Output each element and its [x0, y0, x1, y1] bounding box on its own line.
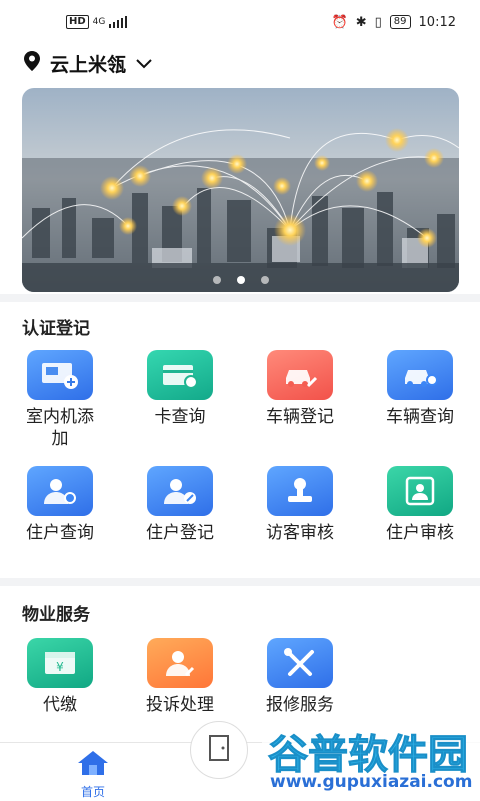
tile-complaint[interactable]: 投诉处理: [120, 638, 240, 716]
tab-center-button[interactable]: [190, 721, 248, 779]
tile-label: 住户查询: [26, 523, 94, 543]
home-icon: [75, 749, 111, 781]
chevron-down-icon: [136, 54, 152, 73]
section-divider: [0, 294, 480, 302]
svg-text:¥: ¥: [56, 660, 64, 674]
banner-carousel[interactable]: [22, 88, 459, 292]
section-title-registration: 认证登记: [22, 319, 90, 339]
tile-visitor-review[interactable]: 访客审核: [240, 466, 360, 544]
signal-icon: [109, 16, 128, 28]
card-search-icon: [147, 350, 213, 400]
vibrate-icon: ▯: [374, 14, 382, 30]
location-name: 云上米瓴: [50, 53, 127, 76]
tile-payment[interactable]: ¥ 代缴: [0, 638, 120, 716]
tile-card-query[interactable]: 卡查询: [120, 350, 240, 428]
watermark-url: www.gupuxiazai.com: [270, 772, 473, 792]
hd-badge: HD: [66, 15, 89, 29]
carousel-indicator: [22, 276, 459, 284]
wallet-yen-icon: ¥: [27, 638, 93, 688]
complaint-icon: [147, 638, 213, 688]
tile-vehicle-query[interactable]: 车辆查询: [360, 350, 480, 428]
carousel-dot[interactable]: [212, 276, 221, 284]
section-divider: [0, 578, 480, 586]
banner-city-image: [22, 88, 459, 292]
tile-label: 车辆查询: [386, 407, 454, 427]
tile-resident-query[interactable]: 住户查询: [0, 466, 120, 544]
tile-label: 住户审核: [386, 523, 454, 543]
monitor-plus-icon: [27, 350, 93, 400]
door-icon: [206, 733, 232, 767]
tile-label: 报修服务: [266, 695, 334, 715]
status-right: ⏰ ✱ ▯ 89 10:12: [332, 15, 456, 30]
tile-resident-review[interactable]: 住户审核: [360, 466, 480, 544]
tile-label: 室内机添加: [26, 407, 94, 449]
tab-home-label: 首页: [80, 785, 105, 799]
car-edit-icon: [267, 350, 333, 400]
tile-label: 投诉处理: [146, 695, 214, 715]
tile-label: 代缴: [43, 695, 77, 715]
bluetooth-icon: ✱: [355, 14, 367, 30]
clock: 10:12: [418, 14, 456, 30]
tile-vehicle-register[interactable]: 车辆登记: [240, 350, 360, 428]
location-selector[interactable]: 云上米瓴: [24, 50, 152, 76]
resident-edit-icon: [147, 466, 213, 516]
carousel-dot[interactable]: [260, 276, 269, 284]
repair-tools-icon: [267, 638, 333, 688]
status-bar: HD 4G ⏰ ✱ ▯ 89 10:12: [0, 0, 480, 44]
battery-icon: 89: [389, 15, 411, 29]
tile-resident-register[interactable]: 住户登记: [120, 466, 240, 544]
carousel-dot-active[interactable]: [236, 276, 245, 284]
tile-label: 车辆登记: [266, 407, 334, 427]
stamp-icon: [267, 466, 333, 516]
status-left: HD 4G: [66, 15, 128, 29]
location-pin-icon: [24, 51, 40, 75]
tab-home[interactable]: 首页: [70, 749, 116, 800]
tile-indoor-unit-add[interactable]: 室内机添加: [0, 350, 120, 450]
section-title-property-services: 物业服务: [22, 605, 90, 625]
network-type: 4G: [92, 16, 106, 27]
tile-label: 卡查询: [154, 407, 206, 427]
tile-label: 访客审核: [266, 523, 334, 543]
tile-label: 住户登记: [146, 523, 214, 543]
car-search-icon: [387, 350, 453, 400]
resident-review-icon: [387, 466, 453, 516]
resident-search-icon: [27, 466, 93, 516]
tile-repair-service[interactable]: 报修服务: [240, 638, 360, 716]
alarm-icon: ⏰: [331, 14, 348, 30]
